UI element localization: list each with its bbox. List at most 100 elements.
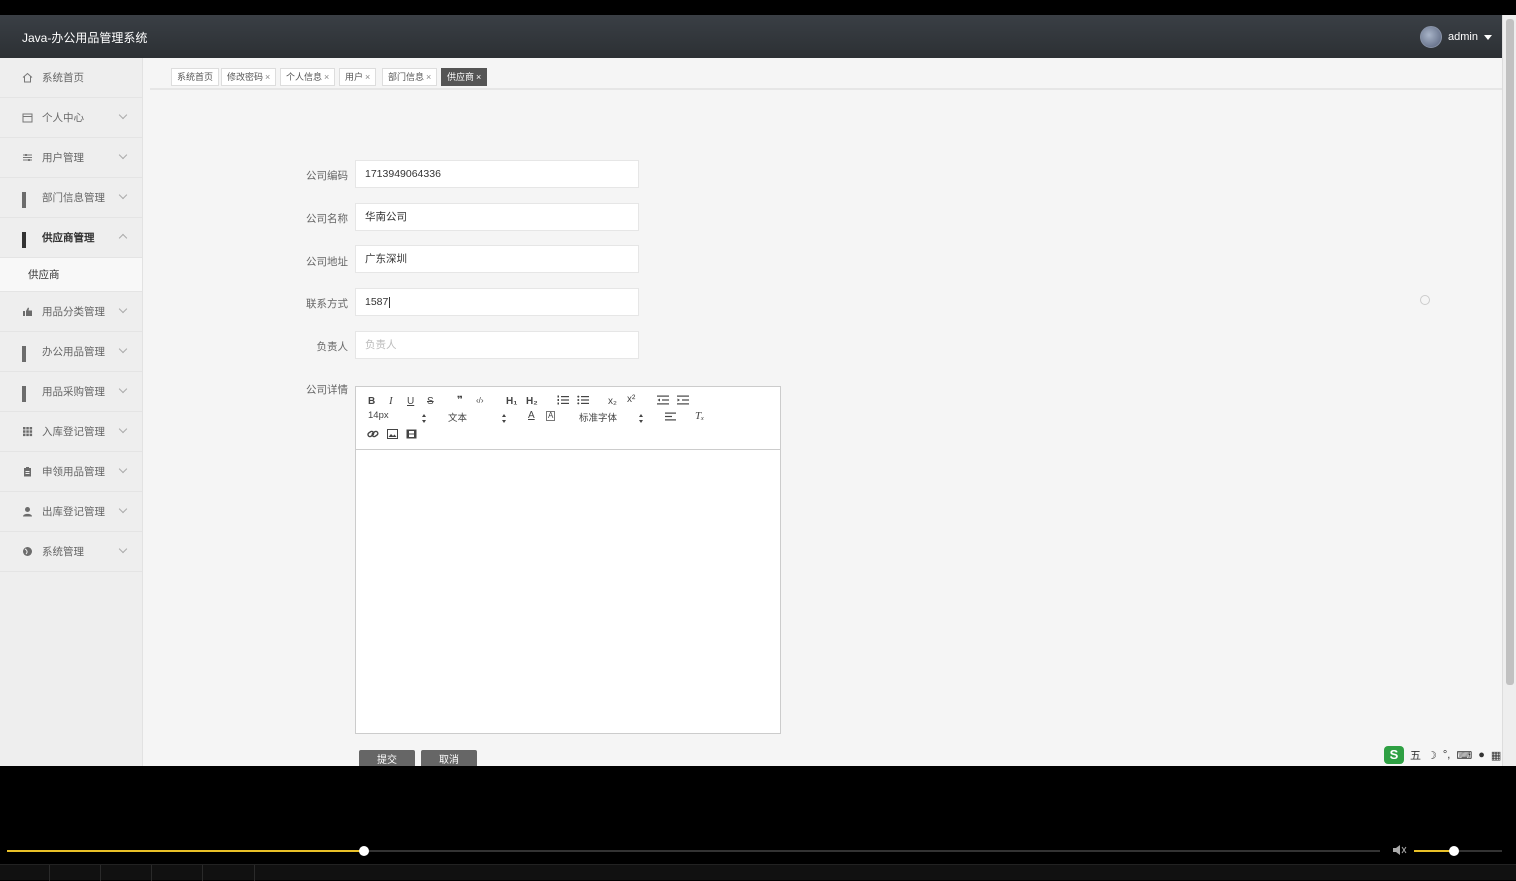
vertical-scrollbar[interactable]: [1502, 15, 1516, 766]
sidebar-item-user-management[interactable]: 用户管理: [0, 138, 142, 178]
company-address-label: 公司地址: [306, 256, 348, 268]
underline-button[interactable]: U: [407, 396, 414, 407]
top-header: Java-办公用品管理系统 admin: [0, 15, 1502, 58]
volume-knob[interactable]: [1448, 846, 1459, 856]
grid-icon: [22, 386, 33, 402]
table-icon: [22, 426, 33, 437]
volume-track[interactable]: [1414, 846, 1502, 856]
background-color-icon[interactable]: A: [546, 411, 556, 421]
company-name-label: 公司名称: [306, 213, 348, 225]
company-address-input[interactable]: 广东深圳: [355, 245, 639, 273]
video-button[interactable]: [406, 429, 417, 442]
volume-icon[interactable]: [1392, 844, 1408, 856]
sidebar-item-personal-center[interactable]: 个人中心: [0, 98, 142, 138]
font-family-picker[interactable]: 标准字体: [579, 410, 617, 424]
user-name[interactable]: admin: [1448, 31, 1478, 43]
font-size-picker[interactable]: 14px: [368, 410, 389, 421]
sidebar-item-label: 出库登记管理: [42, 506, 105, 518]
subscript-button[interactable]: x₂: [608, 396, 617, 407]
tab-home[interactable]: 系统首页: [171, 68, 220, 86]
indent-button[interactable]: [677, 395, 689, 408]
calendar-icon: [22, 112, 33, 123]
sidebar-item-home[interactable]: 系统首页: [0, 58, 142, 98]
tab-label: 修改密码: [227, 72, 264, 82]
sidebar-item-stock-in[interactable]: 入库登记管理: [0, 412, 142, 452]
h2-button[interactable]: H₂: [526, 396, 538, 407]
blockquote-button[interactable]: ❞: [457, 395, 463, 406]
grid-icon: [22, 346, 33, 362]
header-picker[interactable]: 文本: [448, 410, 467, 424]
link-icon: [367, 430, 379, 438]
close-icon[interactable]: ×: [365, 72, 370, 82]
bold-button[interactable]: B: [368, 396, 375, 407]
avatar[interactable]: [1420, 26, 1443, 48]
thumbs-up-icon: [22, 306, 33, 317]
text-color-icon[interactable]: A: [528, 410, 535, 421]
link-button[interactable]: [367, 429, 379, 442]
image-icon: [387, 429, 398, 439]
sidebar-item-stock-out[interactable]: 出库登记管理: [0, 492, 142, 532]
align-button[interactable]: [665, 412, 676, 424]
outdent-button[interactable]: [657, 395, 669, 408]
clear-icon[interactable]: [1420, 295, 1430, 305]
company-code-input[interactable]: 1713949064336: [355, 160, 639, 188]
font-family-dropdown-icon[interactable]: [639, 414, 644, 423]
superscript-button[interactable]: x²: [627, 394, 635, 405]
close-icon[interactable]: ×: [265, 72, 270, 82]
code-block-button[interactable]: ‹/›: [476, 396, 484, 405]
sidebar-item-office-supplies[interactable]: 办公用品管理: [0, 332, 142, 372]
bullet-list-button[interactable]: [577, 395, 589, 408]
player-segment: [152, 865, 203, 881]
sidebar-subitem-supplier[interactable]: 供应商: [0, 258, 142, 292]
text-cursor: [389, 296, 391, 308]
contact-input[interactable]: 1587: [355, 288, 639, 316]
sidebar-item-department[interactable]: 部门信息管理: [0, 178, 142, 218]
editor-content-area[interactable]: [356, 450, 780, 734]
keyboard-icon[interactable]: ⌨: [1456, 749, 1472, 762]
globe-icon: [22, 546, 33, 557]
tab-change-password[interactable]: 修改密码 ×: [221, 68, 277, 86]
progress-knob[interactable]: [358, 846, 369, 856]
font-size-dropdown-icon[interactable]: [422, 414, 427, 423]
sidebar-item-system[interactable]: 系统管理: [0, 532, 142, 572]
sidebar-item-purchase[interactable]: 用品采购管理: [0, 372, 142, 412]
image-button[interactable]: [387, 429, 398, 442]
progress-track[interactable]: [7, 846, 1380, 856]
ime-toolbar[interactable]: S 五 ☽ °, ⌨ ● ▦: [1384, 745, 1510, 765]
app-window: Java-办公用品管理系统 admin 系统首页 个人中心 用户管理 部门信息管…: [0, 15, 1516, 766]
clear-format-button[interactable]: Tₓ: [695, 410, 704, 422]
header-dropdown-icon[interactable]: [502, 414, 507, 423]
moon-icon[interactable]: ☽: [1427, 749, 1437, 762]
sidebar-item-supplier-management[interactable]: 供应商管理: [0, 218, 142, 258]
close-icon[interactable]: ×: [476, 72, 481, 82]
chevron-down-icon[interactable]: [1484, 34, 1492, 40]
strike-button[interactable]: S: [427, 396, 434, 407]
grid-icon[interactable]: ▦: [1491, 749, 1501, 762]
chevron-down-icon: [118, 544, 128, 554]
italic-button[interactable]: I: [389, 395, 393, 407]
tab-supplier[interactable]: 供应商 ×: [441, 68, 488, 86]
punctuation-icon[interactable]: °,: [1443, 749, 1450, 761]
tab-personal-info[interactable]: 个人信息 ×: [280, 68, 336, 86]
cancel-button[interactable]: 取消: [421, 750, 477, 766]
video-icon: [406, 429, 417, 439]
submit-button[interactable]: 提交: [359, 750, 415, 766]
close-icon[interactable]: ×: [324, 72, 329, 82]
user-icon[interactable]: ●: [1478, 749, 1485, 761]
sidebar-item-category[interactable]: 用品分类管理: [0, 292, 142, 332]
tab-user[interactable]: 用户 ×: [339, 68, 377, 86]
h1-button[interactable]: H₁: [506, 396, 517, 407]
company-name-input[interactable]: 华南公司: [355, 203, 639, 231]
user-menu[interactable]: admin: [1420, 26, 1492, 48]
scrollbar-thumb[interactable]: [1506, 19, 1514, 685]
editor-toolbar: B I U S ❞ ‹/› H₁ H₂ x₂ x² 14px 文本 A A 标准…: [356, 387, 780, 450]
ordered-list-button[interactable]: [557, 395, 569, 408]
sidebar-item-label: 申领用品管理: [42, 466, 105, 478]
sogou-logo-icon[interactable]: S: [1384, 746, 1404, 764]
ordered-list-icon: [557, 395, 569, 405]
close-icon[interactable]: ×: [426, 72, 431, 82]
ime-mode[interactable]: 五: [1410, 747, 1421, 763]
sidebar-item-requisition[interactable]: 申领用品管理: [0, 452, 142, 492]
manager-input[interactable]: 负责人: [355, 331, 639, 359]
tab-department[interactable]: 部门信息 ×: [382, 68, 438, 86]
